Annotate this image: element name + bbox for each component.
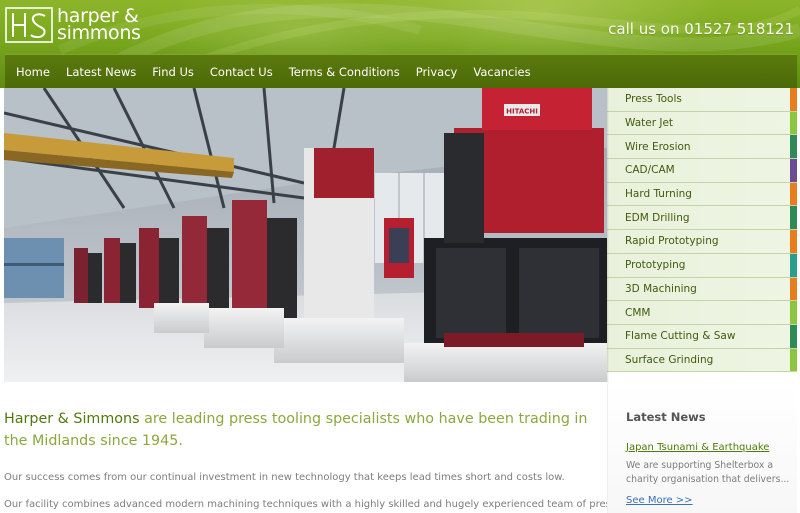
hero-factory-image: HITACHI [4,88,607,382]
logo-line-2: simmons [57,22,141,44]
service-color-tab [790,230,797,253]
nav-privacy[interactable]: Privacy [416,65,458,79]
body-paragraph-1: Our success comes from our continual inv… [4,472,565,483]
service-prototyping[interactable]: Prototyping [607,253,797,278]
nav-latest-news[interactable]: Latest News [66,65,136,79]
service-label: Rapid Prototyping [625,235,719,248]
service-cmm[interactable]: CMM [607,301,797,325]
service-label: CAD/CAM [625,164,675,177]
service-color-tab [790,301,797,324]
services-menu: Press Tools Water Jet Wire Erosion CAD/C… [607,88,797,383]
site-header: harper & simmons call us on 01527 518121… [0,0,800,88]
service-color-tab [790,348,797,372]
nav-terms-conditions[interactable]: Terms & Conditions [289,65,400,79]
intro-brand-name: Harper & Simmons [4,411,140,427]
service-label: Water Jet [625,117,674,130]
service-wire-erosion[interactable]: Wire Erosion [607,135,797,160]
main-nav: Home Latest News Find Us Contact Us Term… [5,54,797,88]
service-3d-machining[interactable]: 3D Machining [607,277,797,302]
latest-news-heading: Latest News [626,410,706,424]
services-shadow [607,88,609,383]
latest-news-panel: Latest News Japan Tsunami & Earthquake W… [607,384,797,513]
service-color-tab [790,135,797,159]
see-more-link[interactable]: See More >> [626,495,693,506]
service-label: 3D Machining [625,282,697,295]
service-rapid-prototyping[interactable]: Rapid Prototyping [607,230,797,254]
service-label: EDM Drilling [625,211,690,224]
service-water-jet[interactable]: Water Jet [607,111,797,136]
factory-illustration: HITACHI [4,88,607,382]
service-color-tab [790,277,797,301]
nav-vacancies[interactable]: Vacancies [473,65,530,79]
phone-number: call us on 01527 518121 [608,20,794,38]
service-color-tab [790,253,797,277]
intro-heading: Harper & Simmons are leading press tooli… [4,408,589,452]
service-color-tab [790,159,797,182]
machine-brand-label: HITACHI [506,108,538,116]
nav-contact-us[interactable]: Contact Us [210,65,273,79]
service-label: CMM [625,306,651,319]
service-label: Surface Grinding [625,353,714,366]
site-logo[interactable]: harper & simmons [5,6,141,44]
service-color-tab [790,324,797,348]
service-label: Prototyping [625,259,686,272]
service-color-tab [790,206,797,230]
service-flame-cutting-saw[interactable]: Flame Cutting & Saw [607,324,797,349]
service-color-tab [790,111,797,135]
service-label: Wire Erosion [625,140,691,153]
body-paragraph-2: Our facility combines advanced modern ma… [4,499,617,510]
logo-hs-mark [5,7,53,43]
service-edm-drilling[interactable]: EDM Drilling [607,206,797,231]
logo-wordmark: harper & simmons [57,7,141,44]
service-hard-turning[interactable]: Hard Turning [607,182,797,207]
nav-find-us[interactable]: Find Us [152,65,194,79]
news-article-excerpt: We are supporting Shelterbox a charity o… [626,460,790,485]
news-article-title-link[interactable]: Japan Tsunami & Earthquake [626,442,769,453]
service-press-tools[interactable]: Press Tools [607,88,797,112]
service-surface-grinding[interactable]: Surface Grinding [607,348,797,373]
service-cad-cam[interactable]: CAD/CAM [607,159,797,183]
service-label: Hard Turning [625,188,692,201]
service-label: Flame Cutting & Saw [625,330,736,343]
service-color-tab [790,88,797,111]
nav-home[interactable]: Home [16,65,50,79]
service-color-tab [790,182,797,206]
service-label: Press Tools [625,93,682,106]
